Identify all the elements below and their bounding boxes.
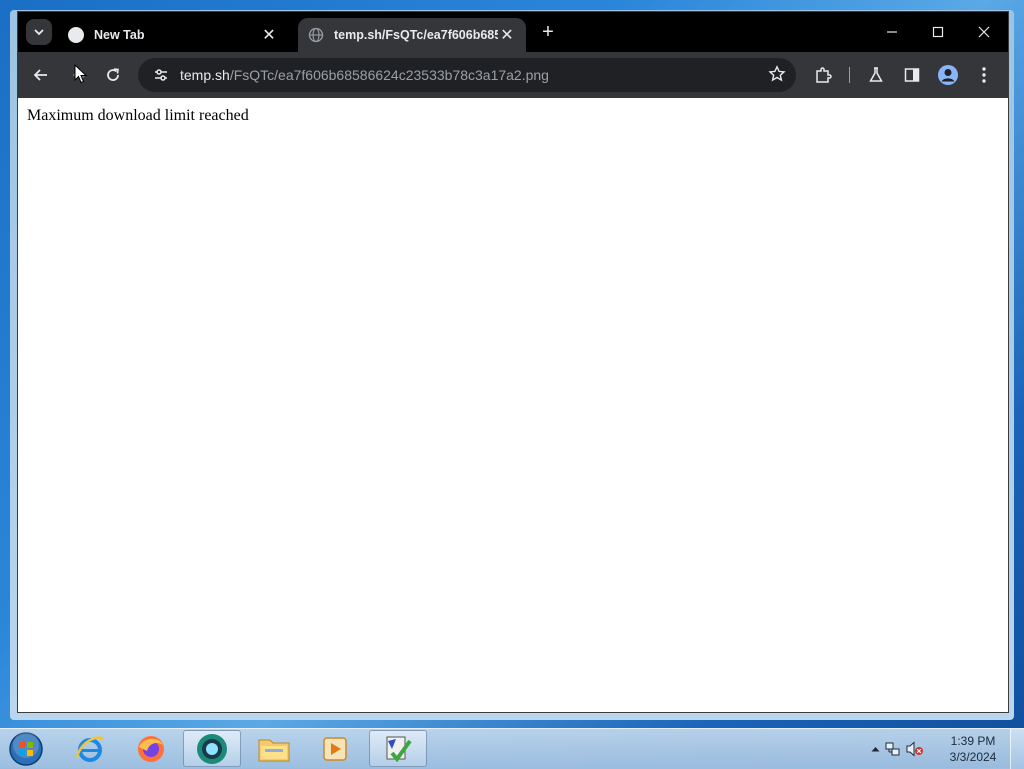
- taskbar-media-player[interactable]: [306, 730, 364, 767]
- url-text: temp.sh/FsQTc/ea7f606b68586624c23533b78c…: [180, 67, 549, 83]
- tab-title: New Tab: [94, 28, 145, 42]
- volume-muted-icon[interactable]: [904, 741, 926, 757]
- reload-icon: [107, 68, 119, 81]
- reload-button[interactable]: [100, 62, 126, 88]
- new-tab-button[interactable]: +: [537, 21, 559, 43]
- chevron-down-icon: [34, 29, 44, 36]
- system-tray: [868, 729, 926, 769]
- show-desktop-button[interactable]: [1010, 729, 1024, 769]
- windows-start-orb-icon: [9, 732, 43, 766]
- mouse-cursor-icon: [74, 63, 88, 89]
- minimize-icon: [887, 31, 897, 33]
- media-player-icon: [323, 736, 347, 761]
- labs-button[interactable]: [863, 62, 889, 88]
- browser-toolbar: temp.sh/FsQTc/ea7f606b68586624c23533b78c…: [18, 52, 1008, 98]
- close-window-button[interactable]: [961, 12, 1007, 52]
- maximize-icon: [932, 26, 944, 38]
- taskbar-internet-explorer[interactable]: [61, 730, 119, 767]
- start-button[interactable]: [6, 730, 46, 768]
- close-tab-icon[interactable]: ✕: [260, 25, 278, 45]
- browser-app-icon: [197, 733, 227, 764]
- close-tab-icon[interactable]: ✕: [498, 25, 516, 45]
- back-button[interactable]: [28, 62, 54, 88]
- folder-icon: [258, 739, 290, 761]
- arrow-left-icon: [33, 69, 47, 81]
- chrome-favicon-icon: [68, 27, 84, 43]
- taskbar-clock[interactable]: 1:39 PM 3/3/2024: [944, 733, 1002, 765]
- site-info-icon[interactable]: [146, 67, 176, 83]
- chrome-menu-button[interactable]: [971, 62, 997, 88]
- taskbar-chrome-beta[interactable]: [183, 730, 241, 767]
- firefox-icon: [138, 735, 164, 762]
- taskbar-checklist-app[interactable]: [369, 730, 427, 767]
- avatar-icon: [938, 65, 958, 85]
- tab-strip: New Tab ✕ temp.sh/FsQTc/ea7f606b68586 ✕ …: [18, 12, 1008, 52]
- profile-button[interactable]: [935, 62, 961, 88]
- tab-new-tab[interactable]: New Tab ✕: [58, 18, 288, 52]
- toolbar-separator: [849, 67, 850, 83]
- close-icon: [978, 26, 990, 38]
- show-hidden-icons-icon[interactable]: [868, 746, 882, 752]
- taskbar-file-explorer[interactable]: [245, 730, 303, 767]
- extensions-button[interactable]: [810, 62, 836, 88]
- windows-taskbar: 1:39 PM 3/3/2024: [0, 728, 1024, 769]
- bookmark-star-icon[interactable]: [768, 65, 786, 88]
- internet-explorer-icon: [75, 735, 104, 762]
- address-bar[interactable]: temp.sh/FsQTc/ea7f606b68586624c23533b78c…: [138, 58, 796, 92]
- maximize-button[interactable]: [915, 12, 961, 52]
- side-panel-button[interactable]: [899, 62, 925, 88]
- flask-icon: [869, 67, 883, 82]
- puzzle-icon: [816, 67, 832, 83]
- url-path: /FsQTc/ea7f606b68586624c23533b78c3a17a2.…: [229, 67, 549, 83]
- tab-temp-sh[interactable]: temp.sh/FsQTc/ea7f606b68586 ✕: [298, 18, 526, 52]
- globe-icon: [308, 27, 324, 43]
- page-content: Maximum download limit reached: [18, 98, 1008, 712]
- kebab-menu-icon: [982, 67, 986, 83]
- side-panel-icon: [904, 68, 920, 82]
- tab-title: temp.sh/FsQTc/ea7f606b68586: [334, 28, 498, 42]
- error-message: Maximum download limit reached: [27, 107, 249, 124]
- checklist-app-icon: [386, 736, 412, 762]
- taskbar-firefox[interactable]: [122, 730, 180, 767]
- plus-icon: +: [542, 20, 554, 43]
- clock-time: 1:39 PM: [950, 734, 996, 748]
- minimize-button[interactable]: [869, 12, 915, 52]
- tab-search-button[interactable]: [26, 19, 52, 45]
- clock-date: 3/3/2024: [949, 750, 997, 764]
- browser-window: New Tab ✕ temp.sh/FsQTc/ea7f606b68586 ✕ …: [17, 11, 1009, 713]
- url-host: temp.sh: [180, 67, 230, 83]
- network-icon[interactable]: [882, 741, 904, 757]
